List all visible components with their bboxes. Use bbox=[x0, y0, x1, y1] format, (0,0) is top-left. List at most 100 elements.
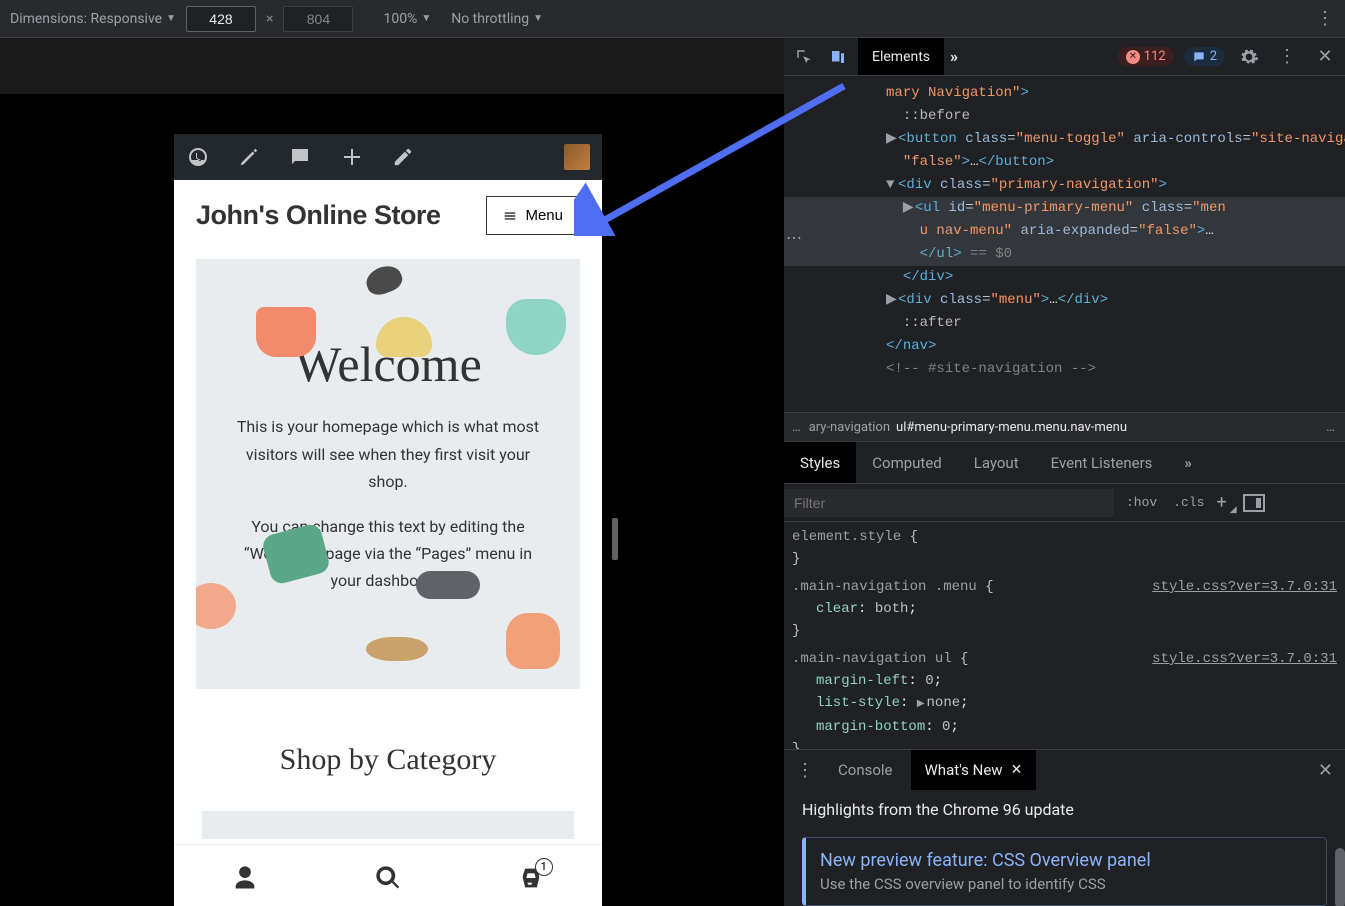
source-link[interactable]: style.css?ver=3.7.0:31 bbox=[1152, 648, 1337, 670]
tree-line[interactable]: xxxxxxxxxx</nav> bbox=[784, 335, 1345, 358]
expand-icon[interactable]: ▶ bbox=[903, 197, 915, 220]
scrollbar-thumb[interactable] bbox=[1335, 848, 1345, 906]
drawer-tabs: ⋮ Console What's New✕ ✕ bbox=[784, 750, 1345, 790]
wp-admin-bar[interactable] bbox=[174, 134, 602, 180]
dom-breadcrumb[interactable]: … ary-navigation ul#menu-primary-menu.me… bbox=[784, 412, 1345, 442]
doodle-icon bbox=[363, 262, 406, 299]
tree-line[interactable]: xxxxxxxxxxmary Navigation"> bbox=[784, 82, 1345, 105]
comments-icon[interactable] bbox=[288, 145, 312, 169]
tab-console[interactable]: Console bbox=[824, 750, 907, 790]
dimension-x: × bbox=[266, 11, 273, 27]
avatar[interactable] bbox=[564, 144, 590, 170]
more-tabs-icon[interactable]: » bbox=[950, 47, 958, 66]
elements-tree[interactable]: ⋯ xxxxxxxxxxmary Navigation"> xxxxxxxxxx… bbox=[784, 76, 1345, 412]
expand-icon[interactable]: ▶ bbox=[917, 699, 925, 710]
tab-whats-new[interactable]: What's New✕ bbox=[911, 750, 1037, 790]
css-rule[interactable]: .main-navigation .menu {style.css?ver=3.… bbox=[792, 576, 1337, 642]
cls-toggle[interactable]: .cls bbox=[1169, 493, 1208, 512]
message-icon bbox=[1192, 50, 1206, 64]
throttling-dropdown[interactable]: No throttling ▼ bbox=[451, 11, 543, 27]
errors-pill[interactable]: ✕ 112 bbox=[1118, 47, 1174, 66]
tree-line-selected[interactable]: xxxxxxxxxxxx▶<ul id="menu-primary-menu" … bbox=[784, 197, 1345, 266]
tab-elements[interactable]: Elements bbox=[858, 38, 944, 75]
drawer-headline: Highlights from the Chrome 96 update bbox=[802, 800, 1327, 819]
tree-line[interactable]: xxxxxxxxxx▼<div class="primary-navigatio… bbox=[784, 174, 1345, 197]
styles-body[interactable]: element.style { } .main-navigation .menu… bbox=[784, 522, 1345, 749]
css-rule[interactable]: element.style { } bbox=[792, 526, 1337, 570]
computed-sidebar-icon[interactable] bbox=[1243, 494, 1265, 512]
site-header: John's Online Store Menu bbox=[174, 180, 602, 251]
doodle-icon bbox=[506, 299, 566, 355]
crumb-item[interactable]: ary-navigation bbox=[809, 420, 890, 435]
expand-icon[interactable]: ▶ bbox=[886, 128, 898, 151]
account-nav[interactable] bbox=[231, 864, 259, 896]
collapse-icon[interactable]: ▼ bbox=[886, 174, 898, 197]
overflow-icon[interactable]: … bbox=[792, 420, 803, 435]
devtools-panel: Elements » ✕ 112 2 ⋮ ✕ bbox=[784, 38, 1345, 906]
inspect-icon[interactable] bbox=[790, 43, 818, 71]
close-icon[interactable]: ✕ bbox=[1011, 762, 1023, 778]
add-icon[interactable] bbox=[340, 145, 364, 169]
device-toolbar: Dimensions: Responsive ▼ × 100% ▼ No thr… bbox=[0, 0, 1345, 38]
menu-toggle-button[interactable]: Menu bbox=[486, 196, 580, 235]
mobile-bottom-nav: 1 bbox=[174, 844, 602, 906]
dimensions-label: Dimensions: Responsive bbox=[10, 11, 162, 27]
tree-line[interactable]: xxxxxxxxxx▶<div class="menu">…</div> bbox=[784, 289, 1345, 312]
close-devtools[interactable]: ✕ bbox=[1311, 43, 1339, 71]
edit-icon[interactable] bbox=[392, 146, 414, 168]
doodle-icon bbox=[376, 317, 432, 357]
tree-line[interactable]: xxxxxxxxxxxx::before bbox=[784, 105, 1345, 128]
height-input[interactable] bbox=[283, 6, 353, 32]
new-rule-button[interactable]: + bbox=[1216, 492, 1226, 513]
error-count: 112 bbox=[1144, 49, 1166, 64]
doodle-icon bbox=[256, 307, 316, 357]
device-toolbar-menu[interactable]: ⋮ bbox=[1316, 8, 1335, 29]
notice-card[interactable]: New preview feature: CSS Overview panel … bbox=[802, 837, 1327, 906]
more-tabs-icon[interactable]: » bbox=[1168, 442, 1208, 483]
page-viewport: John's Online Store Menu bbox=[174, 134, 602, 906]
tree-line[interactable]: xxxxxxxxxx▶<button class="menu-toggle" a… bbox=[784, 128, 1345, 174]
doodle-icon bbox=[416, 571, 480, 599]
chevron-down-icon: ▼ bbox=[166, 13, 176, 24]
site-title[interactable]: John's Online Store bbox=[196, 200, 440, 231]
drawer-menu[interactable]: ⋮ bbox=[790, 760, 820, 781]
dimensions-dropdown[interactable]: Dimensions: Responsive ▼ bbox=[10, 11, 176, 27]
styles-filter-input[interactable] bbox=[784, 489, 1114, 517]
emulated-viewport: John's Online Store Menu bbox=[0, 38, 784, 906]
throttling-value: No throttling bbox=[451, 11, 529, 27]
dashboard-icon[interactable] bbox=[186, 145, 210, 169]
expand-icon[interactable]: ▶ bbox=[886, 289, 898, 312]
source-link[interactable]: style.css?ver=3.7.0:31 bbox=[1152, 576, 1337, 598]
settings-icon[interactable] bbox=[1235, 43, 1263, 71]
zoom-dropdown[interactable]: 100% ▼ bbox=[383, 11, 431, 27]
hov-toggle[interactable]: :hov bbox=[1122, 493, 1161, 512]
cart-nav[interactable]: 1 bbox=[517, 864, 545, 896]
tab-computed[interactable]: Computed bbox=[856, 442, 958, 483]
search-icon bbox=[374, 864, 402, 892]
notice-body: Use the CSS overview panel to identify C… bbox=[820, 875, 1312, 893]
doodle-icon bbox=[366, 637, 428, 661]
cart-badge: 1 bbox=[535, 858, 553, 876]
devtools-menu[interactable]: ⋮ bbox=[1273, 43, 1301, 71]
overflow-icon[interactable]: … bbox=[1326, 420, 1337, 435]
device-mode-icon[interactable] bbox=[824, 43, 852, 71]
tree-line[interactable]: xxxxxxxxxxxx::after bbox=[784, 312, 1345, 335]
shop-by-category-heading: Shop by Category bbox=[174, 743, 602, 777]
welcome-text-1: This is your homepage which is what most… bbox=[228, 413, 548, 495]
tab-layout[interactable]: Layout bbox=[958, 442, 1035, 483]
close-drawer[interactable]: ✕ bbox=[1312, 760, 1339, 781]
search-nav[interactable] bbox=[374, 864, 402, 896]
width-input[interactable] bbox=[186, 6, 256, 32]
tab-styles[interactable]: Styles bbox=[784, 442, 856, 483]
css-rule[interactable]: .main-navigation ul {style.css?ver=3.7.0… bbox=[792, 648, 1337, 749]
drawer-body: Highlights from the Chrome 96 update New… bbox=[784, 790, 1345, 906]
crumb-item[interactable]: #menu-primary-menu.menu.nav-menu bbox=[906, 420, 1127, 435]
resize-handle[interactable] bbox=[612, 518, 618, 560]
tab-event-listeners[interactable]: Event Listeners bbox=[1035, 442, 1169, 483]
tree-line[interactable]: xxxxxxxxxx<!-- #site-navigation --> bbox=[784, 358, 1345, 381]
crumb-item[interactable]: ul bbox=[896, 420, 906, 435]
chevron-down-icon: ▼ bbox=[533, 13, 543, 24]
tree-line[interactable]: xxxxxxxxxxxx</div> bbox=[784, 266, 1345, 289]
messages-pill[interactable]: 2 bbox=[1184, 47, 1225, 66]
customize-icon[interactable] bbox=[238, 146, 260, 168]
